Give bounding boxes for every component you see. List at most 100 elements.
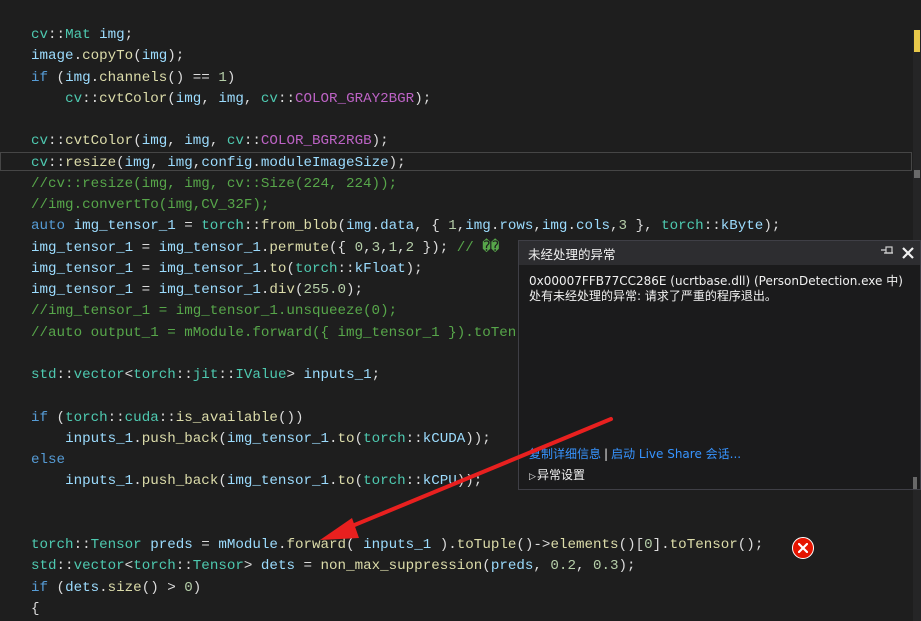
code-token: inputs_1 <box>363 537 432 553</box>
code-token: , <box>363 239 372 256</box>
code-token: ( <box>48 409 66 426</box>
code-token: . <box>329 430 338 447</box>
code-token: :: <box>243 133 261 150</box>
code-token: kByte <box>720 218 764 235</box>
code-token: kFloat <box>354 260 406 277</box>
code-token: ( <box>337 218 347 235</box>
caret-right-icon: ▷ <box>529 472 536 482</box>
popup-scrollbar[interactable] <box>913 477 917 489</box>
code-token: forward <box>286 537 347 553</box>
code-token: cuda <box>124 409 159 426</box>
code-token: jit <box>192 367 219 383</box>
code-token: img_tensor_1 <box>31 239 134 256</box>
code-token: :: <box>107 409 125 426</box>
copy-details-link[interactable]: 复制详细信息 <box>529 447 601 461</box>
code-token: size <box>107 579 142 596</box>
code-token: . <box>99 579 108 596</box>
code-token: ({ <box>329 239 355 256</box>
code-token: ( <box>133 48 142 65</box>
exception-settings-toggle[interactable]: ▷异常设置 <box>529 466 585 483</box>
code-token: () == <box>167 69 219 86</box>
code-token: img_tensor_1 <box>158 260 261 277</box>
code-token: elements <box>550 537 619 553</box>
code-token: ( <box>167 90 176 107</box>
code-token: ( <box>218 473 227 490</box>
code-token: , { <box>414 218 449 235</box>
code-token: ]. <box>652 537 670 553</box>
code-token: cv <box>65 90 83 107</box>
code-token: img <box>124 154 151 171</box>
code-token: 1 <box>448 218 457 235</box>
code-token: 1 <box>218 69 227 86</box>
code-line: cv::resize(img, img,config.moduleImageSi… <box>31 153 406 174</box>
code-token: img <box>465 218 491 235</box>
code-token: cv <box>31 154 49 171</box>
code-token: ); <box>388 154 406 171</box>
code-token: channels <box>99 69 168 86</box>
code-token: Mat <box>65 27 91 43</box>
code-token: ; <box>124 27 134 43</box>
code-token: :: <box>175 558 193 575</box>
code-token: (); <box>737 537 764 553</box>
code-token: Tensor <box>90 537 142 553</box>
code-token: , <box>380 239 389 256</box>
code-token: ()-> <box>516 537 551 553</box>
close-icon[interactable] <box>901 246 915 260</box>
code-token: torch <box>133 558 176 575</box>
code-token: img_tensor_1 <box>226 430 330 447</box>
code-token: . <box>252 154 261 171</box>
code-token: ( <box>48 69 66 86</box>
code-token: img_tensor_1 <box>73 218 176 235</box>
code-token: ( <box>48 579 66 596</box>
code-token: config <box>201 154 253 171</box>
code-token: image <box>31 48 74 65</box>
code-token: from_blob <box>260 218 338 235</box>
live-share-link[interactable]: 启动 Live Share 会话... <box>611 447 741 461</box>
code-token: , <box>201 90 219 107</box>
code-token: //img.convertTo(img,CV_32F); <box>31 197 270 213</box>
code-token: > <box>243 558 261 575</box>
code-token: , <box>209 133 227 150</box>
link-separator: | <box>604 447 609 461</box>
code-token: = <box>294 558 321 575</box>
code-line: img_tensor_1 = img_tensor_1.permute({ 0,… <box>31 238 499 259</box>
code-token: . <box>371 218 381 235</box>
code-token: , <box>533 558 551 575</box>
code-token: :: <box>48 27 66 43</box>
pin-icon[interactable] <box>881 246 893 260</box>
code-token: IValue <box>235 367 287 383</box>
code-token: 255.0 <box>303 282 347 298</box>
code-token: img_tensor_1 <box>158 239 261 256</box>
code-token: :: <box>48 133 66 150</box>
code-token: ( <box>116 154 125 171</box>
code-token: resize <box>65 154 117 171</box>
error-circle-icon[interactable] <box>792 537 814 559</box>
code-token: = <box>133 282 159 298</box>
code-token: else <box>31 452 66 468</box>
code-token: //cv::resize(img, img, cv::Size(224, 224… <box>31 175 398 192</box>
code-token: 3 <box>371 239 381 256</box>
code-token: if <box>31 69 49 86</box>
code-token: COLOR_GRAY2BGR <box>294 90 415 107</box>
code-token: toTensor <box>669 537 738 553</box>
code-line: inputs_1.push_back(img_tensor_1.to(torch… <box>31 429 491 450</box>
code-token: () > <box>141 579 185 596</box>
code-token: cv <box>226 133 244 150</box>
code-token: img <box>65 69 91 86</box>
code-line: std::vector<torch::jit::IValue> inputs_1… <box>31 365 380 386</box>
code-token: auto <box>31 218 66 235</box>
code-token: push_back <box>141 473 219 490</box>
code-token: copyTo <box>82 48 134 65</box>
code-token: kCUDA <box>422 430 466 447</box>
code-token: :: <box>48 154 66 171</box>
code-token: dets <box>65 579 100 596</box>
code-token: ); <box>618 558 636 575</box>
code-token: :: <box>703 218 721 235</box>
code-line: image.copyTo(img); <box>31 46 184 67</box>
code-token: ) <box>192 579 202 596</box>
code-token: ( <box>346 537 364 553</box>
code-token: torch <box>31 537 74 553</box>
code-token: torch <box>133 367 176 383</box>
exception-settings-label: 异常设置 <box>537 468 586 482</box>
